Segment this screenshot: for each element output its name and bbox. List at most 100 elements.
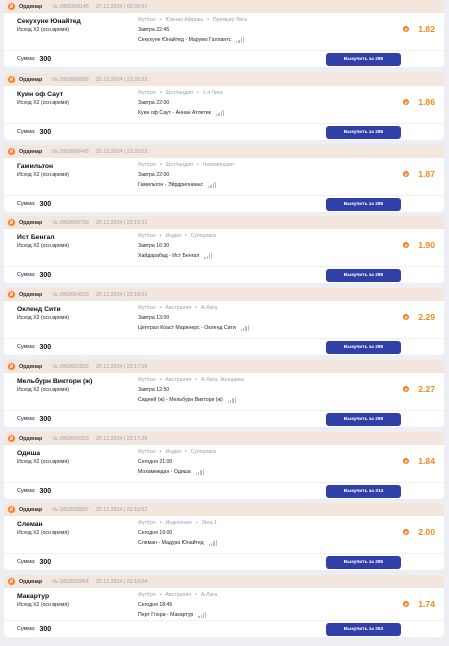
bet-selection-team: Ист Бенгал	[17, 234, 55, 241]
event-breadcrumb: Футбол • Австралия • А-Лига	[138, 592, 217, 598]
event-league: А-Лига, Женщины	[200, 377, 245, 383]
bet-type: Ординар	[19, 3, 43, 10]
currency-badge-label: ₽	[404, 386, 408, 392]
currency-badge-label: ₽	[404, 99, 408, 105]
event-country: Шотландия	[165, 162, 193, 168]
cashout-button[interactable]: Выкупить за 314	[326, 485, 401, 498]
bet-date: 25.12.2024 | 23:16:52	[95, 506, 148, 513]
bet-type: Ординар	[19, 363, 43, 370]
cashout-button[interactable]: Выкупить за 285	[326, 198, 401, 211]
currency-badge-icon: ₽	[8, 76, 15, 83]
event-sport: Футбол	[138, 377, 156, 383]
statistics-icon[interactable]	[208, 540, 217, 546]
bet-market: Исход Х2 (осн.время)	[17, 387, 70, 393]
bet-odds: 2.29	[418, 312, 435, 322]
breadcrumb-separator-icon: •	[159, 17, 162, 23]
bet-selection-team: Секухуне Юнайтед	[17, 18, 81, 25]
bet-odds: 1.86	[418, 97, 435, 107]
event-sport: Футбол	[138, 233, 156, 239]
sum-label: Сумма:	[17, 559, 36, 565]
odds-block: ₽ 1.90	[403, 240, 435, 250]
bet-number: № 2892668445	[52, 148, 89, 155]
statistics-icon[interactable]	[208, 182, 217, 188]
currency-badge-label: ₽	[9, 291, 14, 298]
event-breadcrumb: Футбол • Австралия • А-Лига	[138, 305, 217, 311]
bet-type: Ординар	[19, 506, 43, 513]
sum-value: 300	[39, 625, 52, 633]
bet-date: 25.12.2024 | 23:19:32	[95, 219, 148, 226]
sum-value: 300	[39, 55, 52, 63]
bet-selection-team: Макартур	[17, 593, 50, 600]
event-country: Австралия	[165, 377, 192, 383]
event-league: А-Лига	[200, 592, 218, 598]
event-match-row: Слеман - Мадура Юнайтед	[138, 540, 217, 546]
breadcrumb-separator-icon: •	[195, 520, 198, 526]
bet-number: № 2892661822	[52, 363, 89, 370]
cashout-button[interactable]: Выкупить за 285	[326, 341, 401, 354]
cashout-button[interactable]: Выкупить за 285	[326, 556, 401, 569]
sum-label: Сумма:	[17, 201, 36, 207]
bet-market: Исход Х2 (осн.время)	[17, 100, 70, 106]
currency-badge-label: ₽	[404, 314, 408, 320]
bet-market: Исход Х2 (осн.время)	[17, 602, 70, 608]
event-sport: Футбол	[138, 305, 156, 311]
currency-badge-icon: ₽	[8, 506, 15, 513]
currency-badge-label: ₽	[9, 148, 14, 155]
currency-badge-icon: ₽	[8, 435, 15, 442]
currency-badge-icon: ₽	[403, 458, 410, 464]
statistics-icon[interactable]	[195, 469, 204, 475]
cashout-button[interactable]: Выкупить за 285	[326, 269, 401, 282]
breadcrumb-separator-icon: •	[159, 305, 162, 311]
cashout-button[interactable]: Выкупить за 263	[326, 623, 401, 636]
bet-card-footer: Сумма: 300 Выкупить за 285	[4, 553, 444, 570]
bet-odds: 2.27	[418, 384, 435, 394]
bet-card-header: ₽ Ординар № 2895309145 27.12.2024 | 00:3…	[4, 0, 444, 13]
bet-selection-team: Гамильтон	[17, 163, 54, 170]
sum-value: 300	[39, 343, 52, 351]
sum-label: Сумма:	[17, 488, 36, 494]
currency-badge-label: ₽	[9, 219, 14, 226]
currency-badge-icon: ₽	[8, 148, 15, 155]
cashout-button[interactable]: Выкупить за 269	[326, 413, 401, 426]
cashout-button[interactable]: Выкупить за 285	[326, 126, 401, 139]
event-country: Индия	[165, 449, 181, 455]
sum-value: 300	[39, 128, 52, 136]
statistics-icon[interactable]	[204, 253, 213, 259]
bet-history-list: ₽ Ординар № 2895309145 27.12.2024 | 00:3…	[0, 0, 449, 646]
bet-market: Исход Х2 (осн.время)	[17, 459, 70, 465]
bet-card-header: ₽ Ординар № 2892666709 25.12.2024 | 23:1…	[4, 216, 444, 229]
event-match-row: Сидней (ж) - Мельбурн Виктори (ж)	[138, 397, 236, 403]
bet-card-footer: Сумма: 300 Выкупить за 285	[4, 266, 444, 283]
cashout-button[interactable]: Выкупить за 285	[326, 53, 401, 66]
statistics-icon[interactable]	[198, 612, 207, 618]
event-breadcrumb: Футбол • Шотландия • 1-я Лига	[138, 90, 222, 96]
breadcrumb-separator-icon: •	[159, 90, 162, 96]
bet-odds: 1.74	[418, 599, 435, 609]
currency-badge-label: ₽	[9, 506, 14, 513]
bet-date: 27.12.2024 | 00:39:37	[95, 3, 148, 10]
currency-badge-icon: ₽	[403, 529, 410, 535]
breadcrumb-separator-icon: •	[159, 377, 162, 383]
currency-badge-icon: ₽	[8, 3, 15, 10]
currency-badge-label: ₽	[9, 363, 14, 370]
bet-card-header: ₽ Ординар № 2892660323 25.12.2024 | 23:1…	[4, 432, 444, 445]
breadcrumb-separator-icon: •	[196, 90, 199, 96]
currency-badge-label: ₽	[9, 76, 14, 83]
event-match-row: Хайдарабад - Ист Бенгал	[138, 253, 213, 259]
bet-date: 25.12.2024 | 23:17:58	[95, 363, 148, 370]
odds-block: ₽ 2.00	[403, 527, 435, 537]
currency-badge-label: ₽	[9, 3, 14, 10]
currency-badge-label: ₽	[404, 171, 408, 177]
event-breadcrumb: Футбол • Южная Африка • Премьер Лига	[138, 17, 247, 23]
breadcrumb-separator-icon: •	[195, 592, 197, 598]
bet-date: 25.12.2024 | 23:20:33	[95, 76, 148, 83]
statistics-icon[interactable]	[240, 325, 250, 331]
sum-value: 300	[39, 487, 52, 495]
event-match-name: Хайдарабад - Ист Бенгал	[138, 253, 200, 259]
statistics-icon[interactable]	[215, 110, 225, 116]
bet-selection-team: Слеман	[17, 521, 43, 528]
event-match-row: Централ Коаст Маринерс - Окленд Сити	[138, 325, 250, 331]
statistics-icon[interactable]	[227, 397, 236, 403]
statistics-icon[interactable]	[236, 37, 245, 43]
event-start-time: Завтра 22:00	[138, 172, 170, 178]
